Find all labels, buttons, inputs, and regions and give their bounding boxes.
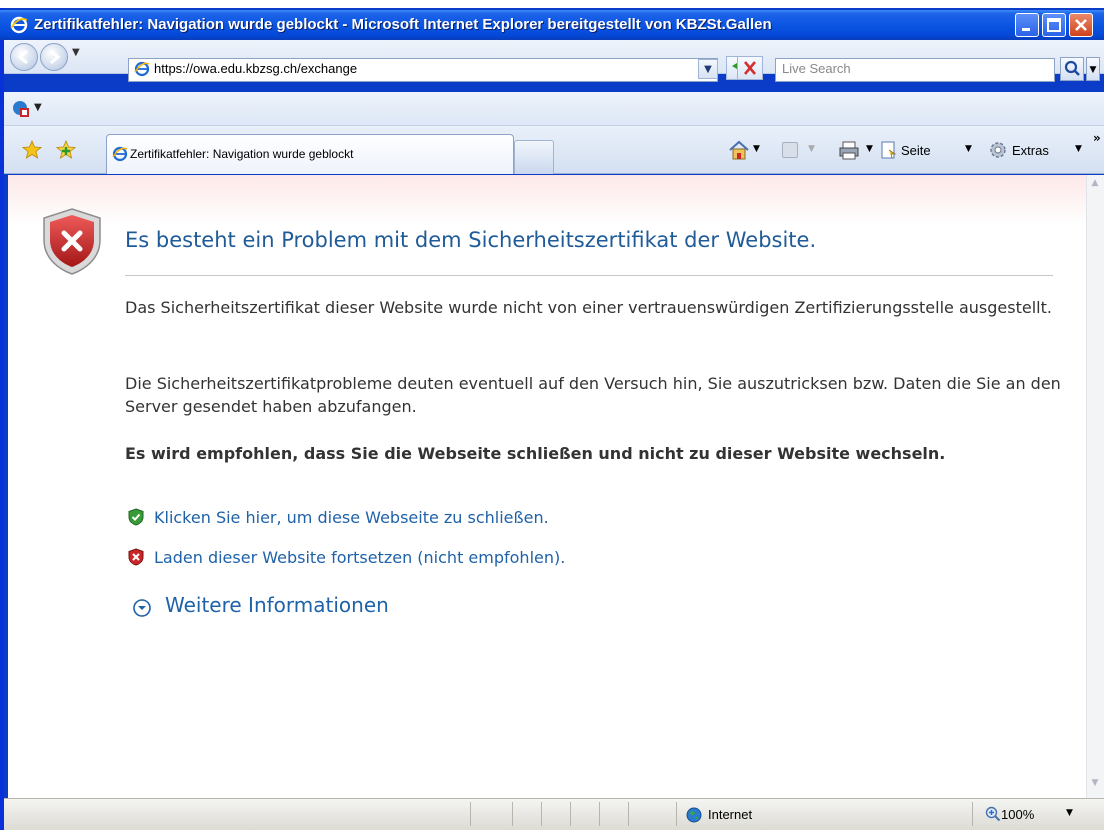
- status-divider: [470, 802, 471, 826]
- stop-button[interactable]: [737, 56, 763, 80]
- new-tab-button[interactable]: [514, 140, 554, 174]
- ie-logo-icon: [10, 16, 28, 34]
- scroll-down-arrow-icon[interactable]: ▼: [1087, 778, 1103, 794]
- address-url: https://owa.edu.kbzsg.ch/exchange: [154, 61, 358, 76]
- status-divider: [599, 802, 600, 826]
- tools-menu-button[interactable]: Extras: [1012, 143, 1049, 158]
- search-options-dropdown[interactable]: ▼: [1086, 57, 1100, 81]
- addon-icon[interactable]: [12, 100, 30, 118]
- home-icon[interactable]: [728, 140, 750, 160]
- close-button[interactable]: [1069, 13, 1093, 37]
- recent-pages-dropdown[interactable]: ▼: [72, 47, 80, 58]
- description-paragraph-1: Das Sicherheitszertifikat dieser Website…: [125, 298, 1052, 317]
- favorites-star-icon[interactable]: [22, 140, 42, 160]
- ie-page-icon: [134, 61, 150, 77]
- content-area: [8, 175, 1086, 798]
- globe-icon: [686, 807, 702, 823]
- continue-website-link[interactable]: Laden dieser Website fortsetzen (nicht e…: [154, 548, 565, 567]
- addon-dropdown[interactable]: ▼: [34, 102, 42, 113]
- status-divider: [570, 802, 571, 826]
- ie-tab-icon: [112, 146, 128, 162]
- feeds-dropdown: ▼: [808, 144, 815, 154]
- forward-icon: [50, 49, 61, 65]
- print-icon[interactable]: [838, 140, 860, 160]
- tools-dropdown[interactable]: ▼: [1075, 144, 1082, 154]
- status-divider: [676, 802, 677, 826]
- minimize-button[interactable]: [1015, 13, 1039, 37]
- window-title: Zertifikatfehler: Navigation wurde geblo…: [34, 16, 772, 33]
- maximize-icon: [1047, 18, 1061, 32]
- page-menu-button[interactable]: Seite: [901, 143, 931, 158]
- tab-label: Zertifikatfehler: Navigation wurde geblo…: [130, 147, 354, 161]
- vertical-scrollbar[interactable]: [1086, 175, 1104, 798]
- status-bar: [4, 798, 1104, 830]
- more-information-link[interactable]: Weitere Informationen: [165, 593, 389, 617]
- print-dropdown[interactable]: ▼: [866, 144, 873, 154]
- feeds-icon[interactable]: [782, 142, 798, 158]
- home-dropdown[interactable]: ▼: [753, 144, 760, 154]
- minimize-icon: [1022, 28, 1030, 31]
- address-dropdown-button[interactable]: ▼: [698, 59, 718, 79]
- close-page-link[interactable]: Klicken Sie hier, um diese Webseite zu s…: [154, 508, 549, 527]
- stop-icon: [744, 61, 756, 75]
- search-icon: [1064, 60, 1080, 76]
- add-favorites-icon[interactable]: [56, 140, 76, 160]
- security-zone-label: Internet: [708, 807, 753, 822]
- zoom-level[interactable]: 100%: [1001, 807, 1034, 822]
- shield-ok-icon: [128, 508, 144, 526]
- status-divider: [628, 802, 629, 826]
- status-divider: [512, 802, 513, 826]
- toolbar-overflow-chevron-icon[interactable]: »: [1093, 131, 1101, 145]
- back-button[interactable]: [10, 43, 38, 71]
- close-icon: [1075, 19, 1087, 31]
- status-divider: [541, 802, 542, 826]
- forward-button[interactable]: [40, 43, 68, 71]
- zoom-icon[interactable]: [985, 806, 1001, 822]
- zoom-dropdown[interactable]: ▼: [1066, 808, 1073, 818]
- page-dropdown[interactable]: ▼: [965, 144, 972, 154]
- scroll-up-arrow-icon[interactable]: ▲: [1087, 178, 1103, 194]
- search-placeholder: Live Search: [782, 61, 851, 76]
- recommendation-text: Es wird empfohlen, dass Sie die Webseite…: [125, 444, 946, 463]
- back-icon: [17, 49, 28, 65]
- shield-error-small-icon: [128, 548, 144, 566]
- heading-divider: [125, 275, 1053, 276]
- page-heading: Es besteht ein Problem mit dem Sicherhei…: [125, 228, 817, 252]
- description-paragraph-2: Die Sicherheitszertifikatprobleme deuten…: [125, 374, 1061, 416]
- shield-error-icon: [43, 208, 101, 275]
- addon-toolbar: [4, 92, 1104, 126]
- status-divider: [972, 802, 973, 826]
- tools-gear-icon: [990, 142, 1006, 158]
- chevron-down-circle-icon[interactable]: [132, 598, 152, 618]
- search-button[interactable]: [1060, 57, 1084, 81]
- maximize-button[interactable]: [1042, 13, 1066, 37]
- page-icon: [881, 141, 897, 159]
